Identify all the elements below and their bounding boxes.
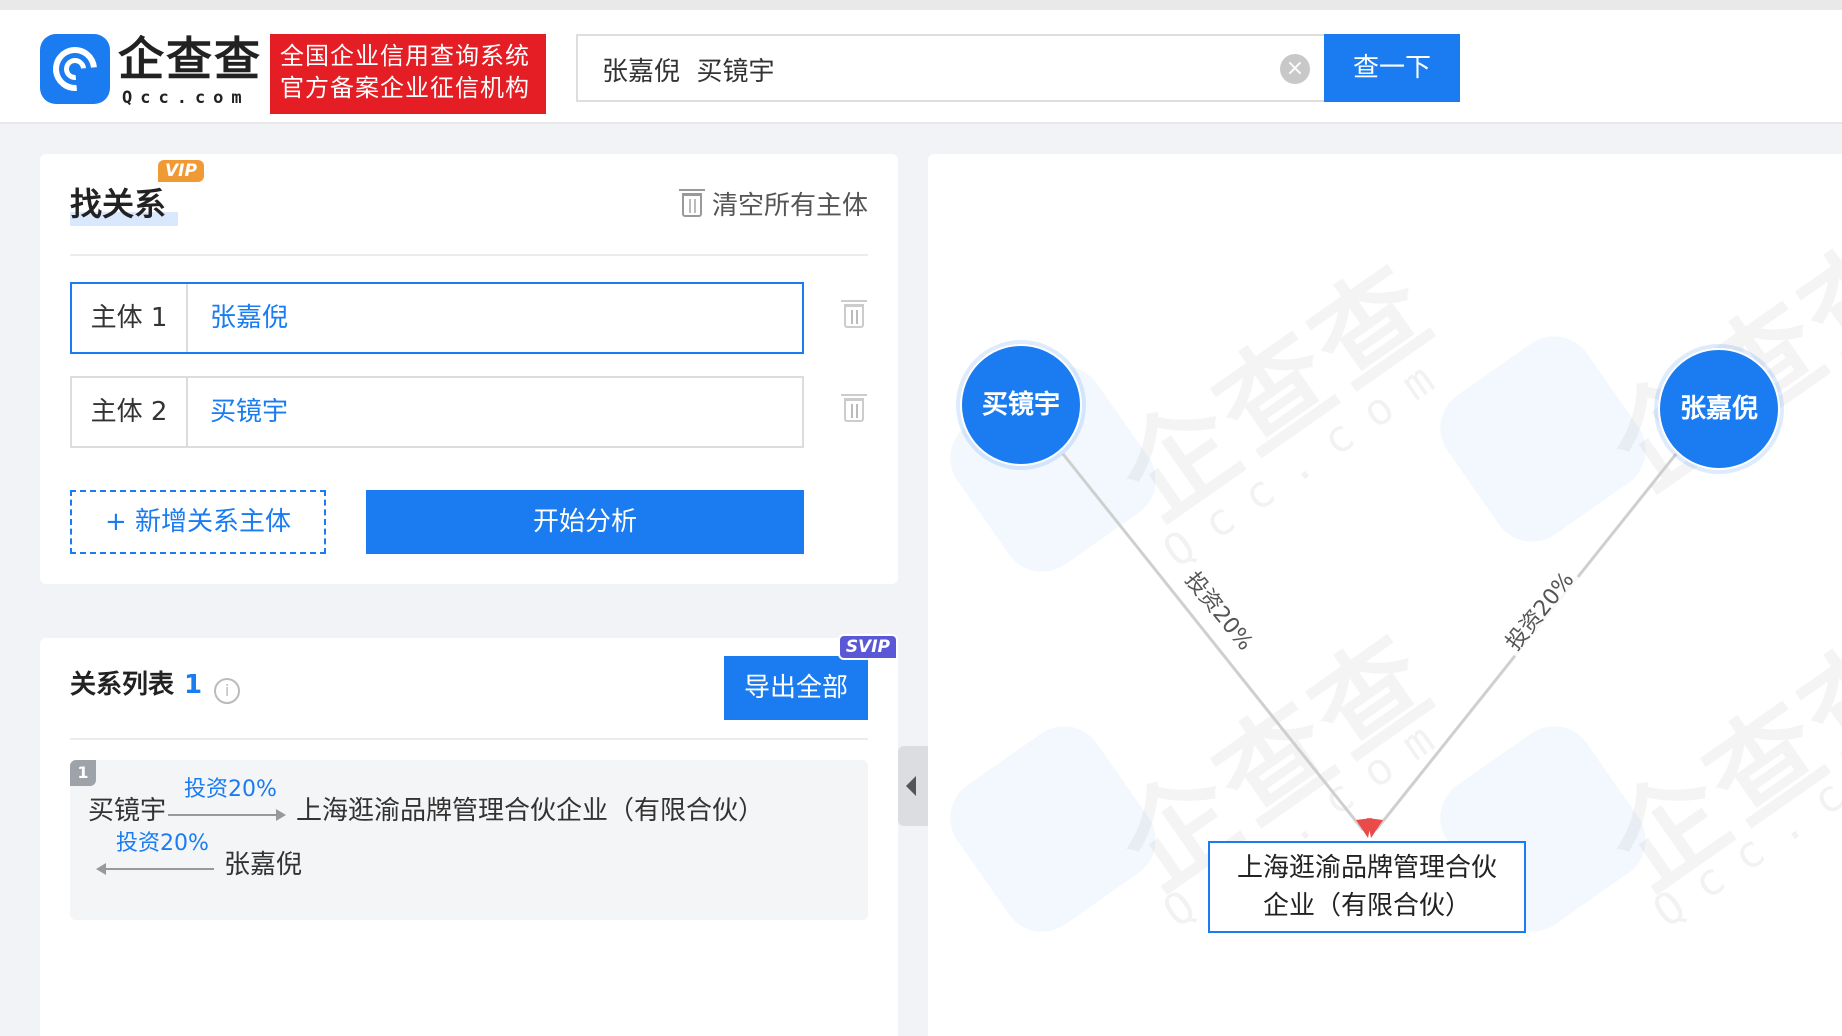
vip-badge: VIP xyxy=(158,160,204,182)
export-all-button[interactable]: 导出全部 xyxy=(724,656,868,720)
relationship-graph: 企查查 企查查 企查查 企查查 Qcc.com Qcc.com Qcc.com … xyxy=(928,154,1842,1036)
subject-1-value[interactable]: 张嘉倪 xyxy=(210,284,288,352)
panel-title: 找关系 xyxy=(70,185,167,223)
search-input[interactable] xyxy=(602,48,1262,90)
divider xyxy=(70,738,868,740)
official-badge: 全国企业信用查询系统 官方备案企业征信机构 xyxy=(270,34,546,114)
brand-name[interactable]: 企查查 xyxy=(118,34,262,84)
info-icon[interactable]: i xyxy=(214,678,241,704)
relation-count: 1 xyxy=(184,670,203,700)
arrow-left-icon xyxy=(96,863,214,875)
delete-subject-1-button[interactable] xyxy=(841,300,868,332)
company-name-line-2: 企业（有限合伙） xyxy=(1262,891,1471,921)
add-subject-button[interactable]: + 新增关系主体 xyxy=(70,490,326,554)
badge-line-1: 全国企业信用查询系统 xyxy=(280,42,530,70)
search-button[interactable]: 查一下 xyxy=(1324,34,1460,102)
divider xyxy=(70,254,868,256)
relation-edge-2-label: 投资20% xyxy=(116,831,209,856)
company-node[interactable]: 上海逛渝品牌管理合伙 企业（有限合伙） xyxy=(1208,841,1526,933)
svip-badge: SVIP xyxy=(837,634,898,660)
start-analysis-button[interactable]: 开始分析 xyxy=(366,490,804,554)
subject-2-field[interactable]: 主体 2 买镜宇 xyxy=(70,376,804,448)
relation-to[interactable]: 张嘉倪 xyxy=(224,848,302,882)
clear-search-icon[interactable]: × xyxy=(1280,54,1310,84)
relation-list-title: 关系列表 1 i xyxy=(70,668,241,704)
relation-edge-1-label: 投资20% xyxy=(184,777,277,802)
clear-all-label: 清空所有主体 xyxy=(711,191,868,221)
trash-icon xyxy=(841,394,867,422)
subject-1-field[interactable]: 主体 1 张嘉倪 xyxy=(70,282,804,354)
person-node-mai-jingyu[interactable]: 买镜宇 xyxy=(960,344,1082,466)
top-header: 企查查 Qcc.com 全国企业信用查询系统 官方备案企业征信机构 × 查一下 xyxy=(0,0,1842,124)
subject-2-label: 主体 2 xyxy=(72,378,188,446)
qcc-logo-icon[interactable] xyxy=(40,34,110,104)
brand-domain: Qcc.com xyxy=(122,88,250,108)
trash-icon xyxy=(841,300,867,328)
collapse-panel-toggle[interactable] xyxy=(898,746,928,826)
company-name-line-1: 上海逛渝品牌管理合伙 xyxy=(1236,853,1497,883)
delete-subject-2-button[interactable] xyxy=(841,394,868,426)
search-box: × xyxy=(576,34,1326,102)
trash-icon xyxy=(678,189,705,217)
arrow-head-icon xyxy=(1367,818,1383,838)
relation-item[interactable]: 1 买镜宇 投资20% 上海逛渝品牌管理合伙企业（有限合伙） 投资20% 张嘉倪 xyxy=(70,760,868,920)
subject-1-label: 主体 1 xyxy=(72,284,188,352)
relation-from[interactable]: 买镜宇 xyxy=(88,794,166,828)
relation-list-panel: 关系列表 1 i 导出全部 SVIP 1 买镜宇 投资20% 上海逛渝品牌管理合伙企… xyxy=(40,634,898,1036)
find-relationship-panel: 找关系 VIP 清空所有主体 主体 1 张嘉倪 主体 2 买镜宇 + 新增关系主… xyxy=(40,154,898,584)
relation-company[interactable]: 上海逛渝品牌管理合伙企业（有限合伙） xyxy=(296,794,764,828)
relation-index: 1 xyxy=(70,760,96,786)
person-node-zhang-jiani[interactable]: 张嘉倪 xyxy=(1658,348,1780,470)
badge-line-2: 官方备案企业征信机构 xyxy=(280,74,530,102)
subject-2-value[interactable]: 买镜宇 xyxy=(210,378,288,446)
relation-list-label: 关系列表 xyxy=(70,670,175,700)
clear-all-subjects-button[interactable]: 清空所有主体 xyxy=(678,186,868,226)
edge-line-1 xyxy=(1061,453,1365,831)
arrow-right-icon xyxy=(168,809,286,821)
